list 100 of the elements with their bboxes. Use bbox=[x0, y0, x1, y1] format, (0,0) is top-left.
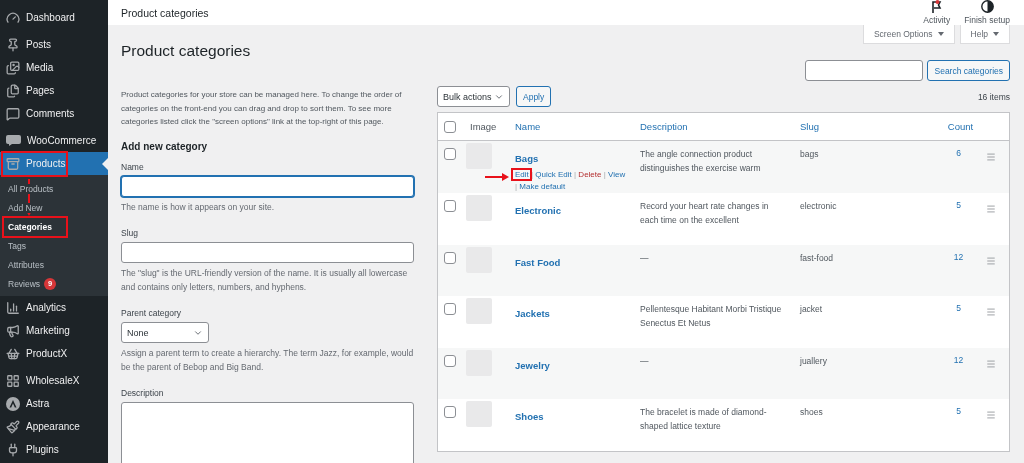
submenu-item[interactable]: Tags bbox=[0, 236, 108, 255]
row-checkbox[interactable] bbox=[444, 303, 456, 315]
action-separator: | bbox=[515, 182, 518, 191]
category-name-link[interactable]: Jackets bbox=[511, 308, 550, 319]
slug-cell-text: jacket bbox=[799, 303, 824, 316]
count-link[interactable]: 6 bbox=[931, 148, 986, 158]
sidebar-item[interactable]: Pages bbox=[0, 79, 108, 102]
row-action-link[interactable]: Quick Edit bbox=[535, 170, 572, 179]
sidebar-item[interactable]: Products bbox=[0, 152, 108, 175]
count-link[interactable]: 5 bbox=[931, 406, 986, 416]
drag-handle-icon[interactable] bbox=[986, 358, 996, 369]
row-checkbox[interactable] bbox=[444, 354, 456, 367]
drag-handle-icon[interactable] bbox=[986, 204, 996, 214]
description-cell-text: Record your heart rate changes in each time on the excellent bbox=[639, 200, 770, 227]
row-checkbox[interactable] bbox=[444, 200, 456, 212]
drag-handle-icon[interactable] bbox=[986, 307, 996, 317]
sidebar-item[interactable]: Marketing bbox=[0, 319, 108, 342]
archive-icon bbox=[6, 156, 20, 171]
column-header[interactable]: Count bbox=[931, 121, 986, 132]
sidebar-item[interactable]: Media bbox=[0, 56, 108, 79]
sidebar-item[interactable]: WooCommerce bbox=[0, 129, 108, 152]
submenu-item[interactable]: All Products bbox=[0, 179, 108, 198]
slug-cell-text: juallery bbox=[799, 354, 828, 368]
half-circle-icon bbox=[980, 0, 994, 13]
store-badge-icon bbox=[6, 135, 21, 146]
submenu-item[interactable]: Add New bbox=[0, 198, 108, 217]
field-hint: Assign a parent term to create a hierarchy. The term Jazz, for example, would be the parent of Bebop and Big Band. bbox=[121, 347, 414, 374]
sidebar-item[interactable]: Appearance bbox=[0, 415, 108, 438]
row-action-link[interactable]: Delete bbox=[578, 170, 602, 179]
sidebar-item[interactable]: Astra bbox=[0, 392, 108, 415]
description-cell-text: — bbox=[639, 251, 650, 265]
pages-icon bbox=[6, 83, 20, 98]
megaphone-icon bbox=[6, 323, 20, 338]
row-checkbox[interactable] bbox=[444, 148, 456, 160]
row-action-link[interactable]: Edit bbox=[515, 170, 529, 179]
select-all-checkbox[interactable] bbox=[444, 120, 456, 133]
submenu-label: Categories bbox=[8, 221, 52, 232]
category-name-link[interactable]: Jewelry bbox=[511, 359, 550, 371]
action-separator: | bbox=[574, 170, 577, 179]
field-label: Name bbox=[121, 161, 145, 172]
count-link[interactable]: 12 bbox=[931, 354, 986, 365]
caret-icon bbox=[993, 32, 999, 36]
category-name-link[interactable]: Fast Food bbox=[511, 256, 561, 268]
field-label: Description bbox=[121, 388, 165, 398]
item-count: 16 items bbox=[977, 91, 1010, 102]
sidebar-item[interactable]: Analytics bbox=[0, 296, 108, 319]
header-title: Product categories bbox=[121, 6, 209, 19]
drag-handle-icon[interactable] bbox=[986, 152, 996, 162]
search-field[interactable] bbox=[805, 60, 924, 81]
apply-button[interactable]: Apply bbox=[516, 86, 552, 107]
bulk-actions-select[interactable]: Bulk actions bbox=[437, 86, 510, 107]
submenu-label: Attributes bbox=[8, 259, 44, 270]
column-header[interactable]: Description bbox=[636, 121, 796, 132]
speech-bubble-icon bbox=[6, 106, 20, 121]
sidebar-item[interactable]: Comments bbox=[0, 102, 108, 125]
description-field[interactable] bbox=[121, 402, 414, 463]
submenu-item[interactable]: Attributes bbox=[0, 255, 108, 274]
slug-cell-text: shoes bbox=[799, 406, 824, 419]
submenu-label: Reviews bbox=[8, 278, 41, 289]
annotation-arrow bbox=[485, 173, 509, 181]
description-cell-text: — bbox=[639, 354, 650, 368]
sidebar-item[interactable]: Plugins bbox=[0, 438, 108, 461]
row-action-link[interactable]: View bbox=[608, 170, 626, 179]
count-link[interactable]: 5 bbox=[931, 303, 986, 313]
screen-meta-tab[interactable]: Help bbox=[959, 25, 1010, 44]
form-heading: Add new category bbox=[121, 140, 209, 152]
paintbrush-icon bbox=[6, 419, 20, 434]
sidebar-item[interactable]: ProductX bbox=[0, 342, 108, 365]
header-action[interactable]: Activity bbox=[923, 0, 951, 25]
drag-handle-icon[interactable] bbox=[986, 410, 996, 420]
text-input-field[interactable] bbox=[121, 175, 414, 197]
screen-meta-tab[interactable]: Screen Options bbox=[862, 25, 955, 44]
field-hint: The name is how it appears on your site. bbox=[121, 200, 276, 214]
bar-chart-icon bbox=[6, 300, 20, 315]
category-name-link[interactable]: Bags bbox=[511, 153, 539, 164]
count-link[interactable]: 5 bbox=[931, 200, 986, 210]
row-checkbox[interactable] bbox=[444, 406, 456, 418]
drag-handle-icon[interactable] bbox=[986, 255, 996, 266]
submenu-item[interactable]: Categories bbox=[0, 217, 108, 236]
slug-cell-text: bags bbox=[799, 148, 820, 161]
count-link[interactable]: 12 bbox=[931, 251, 986, 262]
sidebar-item[interactable]: Dashboard bbox=[0, 6, 108, 29]
sidebar-item[interactable]: WholesaleX bbox=[0, 369, 108, 392]
sidebar-item[interactable]: Posts bbox=[0, 33, 108, 56]
row-action-link[interactable]: Make default bbox=[519, 182, 566, 191]
description-cell-text: Pellentesque Habitant Morbi Tristique Senectus Et Netus bbox=[639, 303, 783, 330]
parent-category-select[interactable]: None bbox=[121, 322, 209, 343]
text-input-field[interactable] bbox=[121, 242, 414, 263]
field-label: Slug bbox=[121, 228, 139, 238]
field-hint: The "slug" is the URL-friendly version of the name. It is usually all lowercase and contains only letters, numbers, and hyphens. bbox=[121, 267, 409, 294]
header-action[interactable]: Finish setup bbox=[964, 0, 1010, 25]
search-button[interactable]: Search categories bbox=[927, 60, 1010, 81]
category-name-link[interactable]: Shoes bbox=[511, 411, 544, 422]
intro-paragraph: Product categories for your store can be managed here. To change the order of categories on the front-end you can drag and drop to sort them. To see more categories listed click the "screen options" link at the top-right of this page. bbox=[121, 89, 403, 128]
submenu-label: Tags bbox=[8, 240, 26, 251]
column-header[interactable]: Slug bbox=[796, 121, 931, 132]
action-separator: | bbox=[603, 170, 606, 179]
category-name-link[interactable]: Electronic bbox=[511, 205, 561, 216]
row-checkbox[interactable] bbox=[444, 251, 456, 264]
column-header[interactable]: Name bbox=[511, 121, 636, 132]
